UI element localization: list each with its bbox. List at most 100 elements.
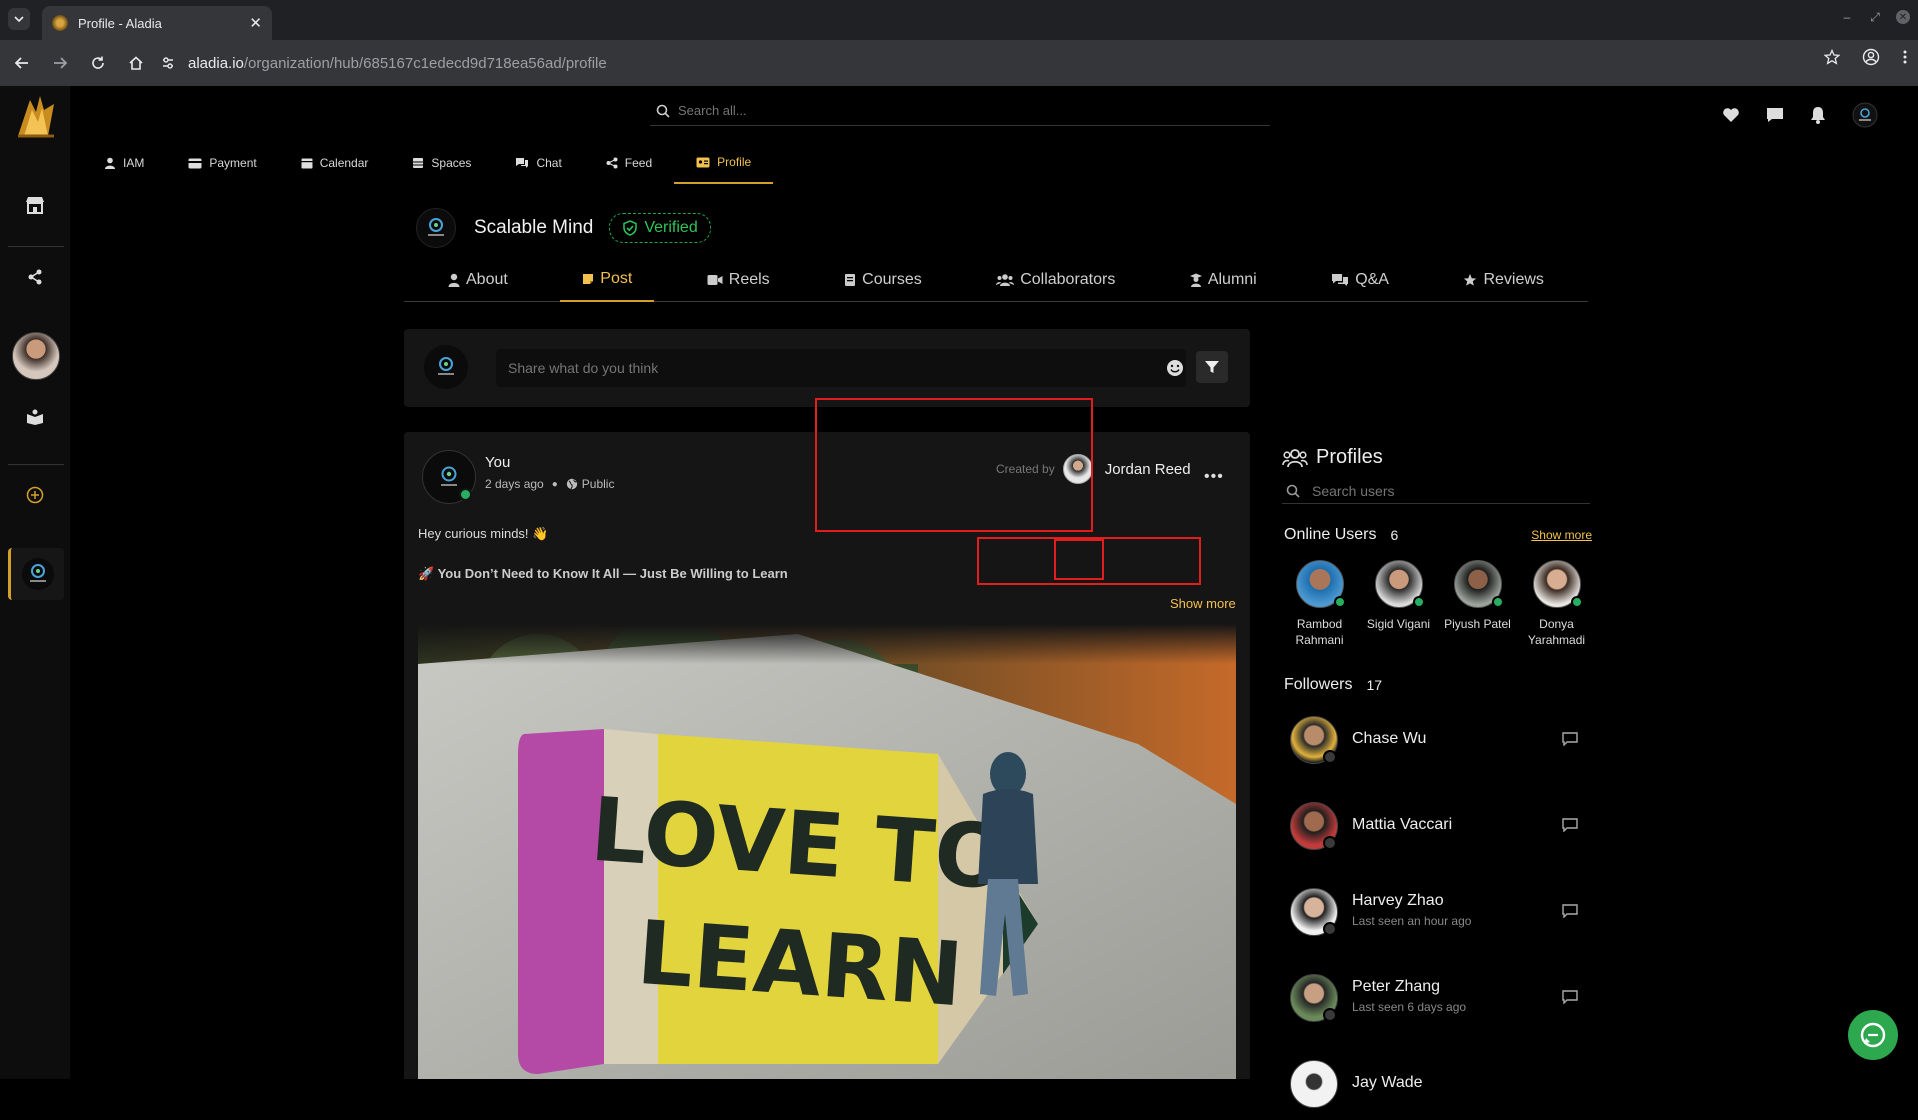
nav-item-calendar[interactable]: Calendar (279, 142, 391, 184)
tab-label: Reels (728, 271, 770, 288)
online-user[interactable]: Rambod Rahmani (1280, 560, 1359, 648)
online-users-count: 6 (1390, 527, 1399, 543)
nav-item-profile[interactable]: Profile (674, 142, 774, 184)
user-avatar[interactable] (12, 332, 60, 380)
store-icon[interactable] (24, 194, 46, 216)
tab-reels[interactable]: Reels (685, 258, 792, 302)
message-icon[interactable] (1562, 904, 1578, 918)
tab-label: Alumni (1207, 271, 1257, 288)
nav-item-feed[interactable]: Feed (584, 142, 674, 184)
user-search-input[interactable] (1312, 482, 1582, 499)
account-icon[interactable] (1862, 48, 1880, 66)
user-search[interactable] (1282, 478, 1590, 504)
tab-label: Collaborators (1020, 271, 1116, 288)
org-avatar-icon[interactable] (1852, 102, 1878, 128)
nav-item-label: Spaces (431, 156, 472, 170)
message-icon[interactable] (1562, 818, 1578, 832)
back-button[interactable] (6, 47, 38, 79)
nav-item-iam[interactable]: IAM (82, 142, 166, 184)
tab-post[interactable]: Post (560, 258, 655, 302)
nav-item-label: Payment (209, 156, 257, 170)
creator-name[interactable]: Jordan Reed (1105, 461, 1191, 478)
restore-icon[interactable]: ⤢ (1868, 10, 1882, 24)
meta-separator: ● (551, 478, 558, 490)
composer-input[interactable] (508, 360, 1128, 376)
browser-tab[interactable]: Profile - Aladia ✕ (42, 6, 272, 40)
org-name: Scalable Mind (474, 217, 594, 238)
verified-label: Verified (644, 219, 698, 236)
heart-icon[interactable] (1722, 107, 1740, 123)
online-user-name: Sigid Vigani (1366, 617, 1431, 631)
follower-last-seen: Last seen an hour ago (1352, 914, 1472, 928)
filter-button[interactable] (1196, 351, 1228, 383)
toolbar-actions (1824, 48, 1908, 66)
tab-alumni[interactable]: Alumni (1168, 258, 1279, 302)
org-header: Scalable Mind Verified (416, 208, 711, 248)
global-search[interactable] (650, 96, 1270, 126)
follower-item[interactable]: Jay Wade (1290, 1060, 1590, 1120)
nav-item-spaces[interactable]: Spaces (390, 142, 493, 184)
home-button[interactable] (120, 47, 152, 79)
show-more-link[interactable]: Show more (1170, 596, 1236, 611)
reload-button[interactable] (82, 47, 114, 79)
book-icon[interactable] (24, 406, 46, 428)
tab-courses[interactable]: Courses (822, 258, 944, 302)
message-icon[interactable] (1562, 990, 1578, 1004)
profiles-title: Profiles (1282, 446, 1383, 469)
post-meta: 2 days ago ● Public (485, 477, 614, 491)
minimize-icon[interactable]: – (1840, 10, 1854, 24)
post-image[interactable]: LOVE TO LEARN (418, 624, 1236, 1079)
browser-toolbar: aladia.io/organization/hub/685167c1edecd… (0, 40, 1918, 86)
main-nav: IAM Payment Calendar Spaces Chat Feed Pr… (82, 142, 774, 184)
online-user[interactable]: Sigid Vigani (1359, 560, 1438, 648)
forward-button[interactable] (44, 47, 76, 79)
online-user[interactable]: Piyush Patel (1438, 560, 1517, 648)
user-icon (105, 157, 115, 169)
support-chat-button[interactable] (1848, 1010, 1898, 1060)
aladia-favicon-icon (52, 15, 68, 31)
close-window-icon[interactable]: ✕ (1896, 10, 1910, 24)
online-user[interactable]: Donya Yarahmadi (1517, 560, 1596, 648)
verified-badge: Verified (609, 213, 711, 243)
post-options-icon[interactable]: ••• (1204, 468, 1224, 486)
tab-search-button[interactable] (8, 8, 30, 30)
bookmark-star-icon[interactable] (1824, 49, 1840, 65)
emoji-icon[interactable] (1166, 359, 1184, 377)
credit-card-icon (188, 158, 202, 168)
arrow-right-icon (54, 57, 68, 69)
composer-input-wrap[interactable] (496, 349, 1186, 387)
follower-item[interactable]: Chase Wu (1290, 716, 1590, 776)
nav-item-label: Profile (717, 155, 752, 169)
nav-item-chat[interactable]: Chat (493, 142, 583, 184)
tab-about[interactable]: About (426, 258, 530, 302)
follower-name: Peter Zhang (1352, 978, 1441, 995)
org-logo[interactable] (416, 208, 456, 248)
follower-name: Harvey Zhao (1352, 892, 1444, 909)
show-more-link[interactable]: Show more (1531, 528, 1592, 542)
aladia-logo-icon[interactable] (14, 92, 58, 142)
share-icon[interactable] (24, 266, 46, 288)
nav-item-payment[interactable]: Payment (166, 142, 278, 184)
online-status-dot (1571, 596, 1583, 608)
tab-label: Post (600, 270, 633, 287)
follower-item[interactable]: Mattia Vaccari (1290, 802, 1590, 862)
online-status-dot (1413, 596, 1425, 608)
highlight-box-creator-avatar (1054, 539, 1104, 580)
close-tab-icon[interactable]: ✕ (249, 14, 262, 32)
kebab-menu-icon[interactable] (1902, 49, 1908, 65)
follower-item[interactable]: Harvey Zhao Last seen an hour ago (1290, 888, 1590, 948)
tab-collaborators[interactable]: Collaborators (974, 258, 1137, 302)
org-logo-icon (21, 558, 54, 590)
post-author[interactable]: You (485, 454, 510, 471)
add-circle-icon[interactable] (24, 484, 46, 506)
message-icon[interactable] (1562, 732, 1578, 746)
messages-icon[interactable] (1766, 107, 1784, 123)
rail-divider (8, 246, 64, 247)
global-search-input[interactable] (678, 103, 1238, 118)
bell-icon[interactable] (1810, 106, 1826, 124)
nav-item-label: Calendar (319, 156, 369, 170)
address-bar[interactable]: aladia.io/organization/hub/685167c1edecd… (160, 46, 1740, 80)
follower-item[interactable]: Peter Zhang Last seen 6 days ago (1290, 974, 1590, 1034)
filter-icon (1205, 361, 1219, 373)
org-switcher-item[interactable] (8, 548, 64, 600)
